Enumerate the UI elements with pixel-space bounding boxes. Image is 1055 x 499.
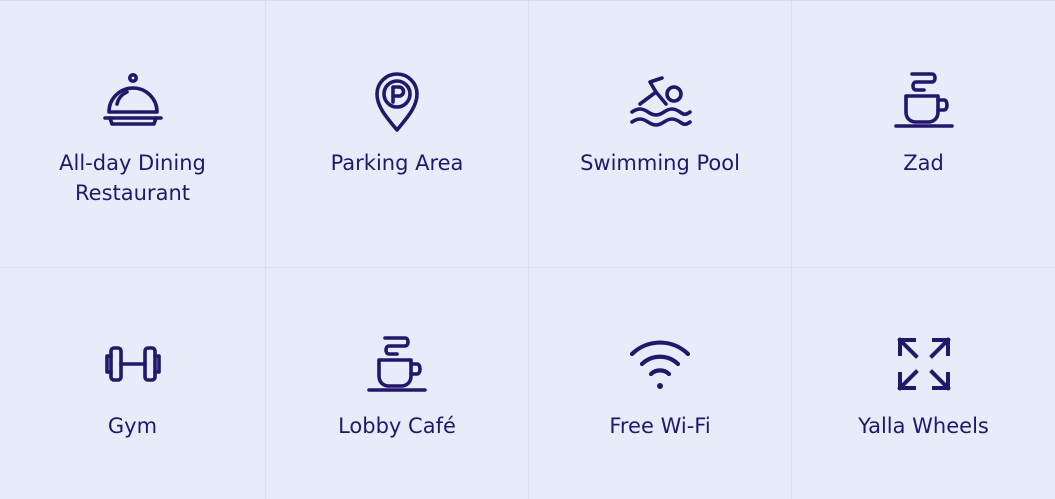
amenity-label: Free Wi-Fi [609, 414, 711, 438]
amenity-tile-parking: Parking Area [266, 1, 529, 268]
amenity-tile-gym: Gym [0, 268, 266, 499]
amenity-tile-zad: Zad [792, 1, 1055, 268]
parking-pin-icon [362, 65, 432, 135]
amenity-label: Swimming Pool [580, 151, 740, 175]
amenities-grid: All-day Dining Restaurant Parking Area S… [0, 0, 1055, 499]
amenity-tile-swimming-pool: Swimming Pool [529, 1, 792, 268]
amenity-label: All-day Dining Restaurant [59, 151, 206, 205]
dining-cloche-icon [98, 65, 168, 135]
amenity-label: Gym [107, 414, 158, 438]
amenity-label: Yalla Wheels [858, 414, 989, 438]
coffee-cup-icon [889, 65, 959, 135]
coffee-cup-icon [362, 329, 432, 399]
amenity-tile-dining: All-day Dining Restaurant [0, 1, 266, 268]
amenity-label: Lobby Café [338, 414, 456, 438]
amenity-tile-yalla-wheels: Yalla Wheels [792, 268, 1055, 499]
swimmer-icon [625, 65, 695, 135]
amenity-tile-wifi: Free Wi-Fi [529, 268, 792, 499]
amenity-tile-lobby-cafe: Lobby Café [266, 268, 529, 499]
dumbbell-icon [98, 329, 168, 399]
amenity-label: Zad [903, 151, 944, 175]
wifi-icon [625, 329, 695, 399]
expand-arrows-icon [889, 329, 959, 399]
amenity-label: Parking Area [330, 151, 464, 175]
